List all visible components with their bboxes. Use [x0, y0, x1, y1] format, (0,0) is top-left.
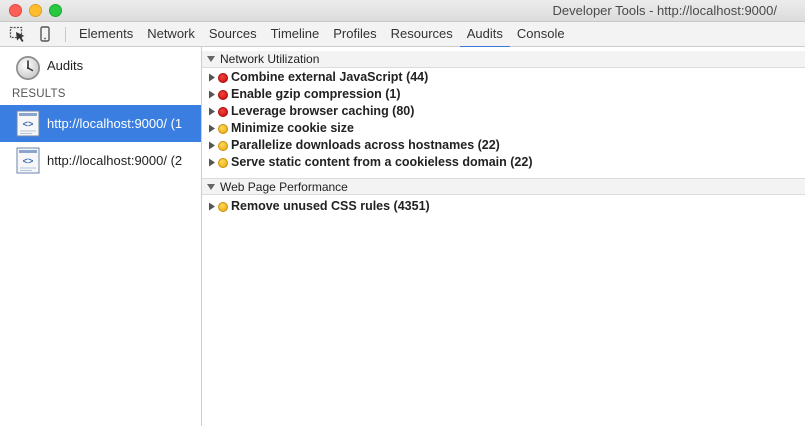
audit-rule-label: Minimize cookie size [231, 121, 354, 135]
close-window-button[interactable] [9, 4, 22, 17]
device-mode-icon[interactable] [36, 26, 54, 43]
audits-launcher-item[interactable]: Audits [0, 47, 201, 85]
audit-result-icon: <> [16, 110, 40, 137]
audit-rule[interactable]: Combine external JavaScript (44) [202, 69, 805, 86]
inspect-element-icon[interactable] [9, 26, 27, 43]
window-title: Developer Tools - http://localhost:9000/ [552, 3, 777, 18]
minimize-window-button[interactable] [29, 4, 42, 17]
disclosure-triangle-expanded-icon[interactable] [206, 182, 216, 192]
disclosure-triangle-collapsed-icon[interactable] [208, 107, 216, 116]
category-header-network-utilization[interactable]: Network Utilization [202, 51, 805, 68]
audits-sidebar: Audits RESULTS <> http://localhost:9000/… [0, 47, 202, 426]
svg-text:<>: <> [23, 120, 34, 130]
audit-rule-label: Leverage browser caching (80) [231, 104, 415, 118]
zoom-window-button[interactable] [49, 4, 62, 17]
audit-rule[interactable]: Enable gzip compression (1) [202, 86, 805, 103]
panel-tabs: Elements Network Sources Timeline Profil… [72, 22, 572, 48]
severe-status-icon [218, 90, 228, 100]
warning-status-icon [218, 141, 228, 151]
audit-rule[interactable]: Serve static content from a cookieless d… [202, 154, 805, 171]
tab-elements[interactable]: Elements [72, 22, 140, 47]
tab-audits[interactable]: Audits [459, 22, 511, 48]
audit-rule[interactable]: Leverage browser caching (80) [202, 103, 805, 120]
severe-status-icon [218, 73, 228, 83]
category-header-web-page-performance[interactable]: Web Page Performance [202, 178, 805, 195]
audit-result-icon: <> [16, 147, 40, 174]
warning-status-icon [218, 124, 228, 134]
devtools-toolbar: Elements Network Sources Timeline Profil… [0, 22, 805, 48]
disclosure-triangle-expanded-icon[interactable] [206, 54, 216, 64]
audit-result-item[interactable]: <> http://localhost:9000/ (1 [0, 105, 201, 142]
svg-text:<>: <> [23, 157, 34, 167]
audit-rule-label: Enable gzip compression (1) [231, 87, 401, 101]
disclosure-triangle-collapsed-icon[interactable] [208, 158, 216, 167]
tab-console[interactable]: Console [510, 22, 572, 47]
warning-status-icon [218, 202, 228, 212]
results-section-label: RESULTS [12, 88, 66, 100]
severe-status-icon [218, 107, 228, 117]
audit-rule[interactable]: Parallelize downloads across hostnames (… [202, 137, 805, 154]
audit-rule-label: Parallelize downloads across hostnames (… [231, 138, 500, 152]
audit-rule[interactable]: Remove unused CSS rules (4351) [202, 198, 805, 215]
category-title: Web Page Performance [220, 180, 348, 194]
tab-timeline[interactable]: Timeline [264, 22, 327, 47]
audit-rule-label: Combine external JavaScript (44) [231, 70, 429, 84]
disclosure-triangle-collapsed-icon[interactable] [208, 90, 216, 99]
toolbar-divider [65, 27, 66, 42]
disclosure-triangle-collapsed-icon[interactable] [208, 202, 216, 211]
audit-rule-label: Serve static content from a cookieless d… [231, 155, 533, 169]
tab-resources[interactable]: Resources [384, 22, 460, 47]
audits-label: Audits [47, 58, 84, 73]
disclosure-triangle-collapsed-icon[interactable] [208, 124, 216, 133]
disclosure-triangle-collapsed-icon[interactable] [208, 73, 216, 82]
disclosure-triangle-collapsed-icon[interactable] [208, 141, 216, 150]
clock-icon [16, 56, 40, 80]
tab-network[interactable]: Network [140, 22, 202, 47]
audit-result-item[interactable]: <> http://localhost:9000/ (2 [0, 142, 201, 179]
tab-sources[interactable]: Sources [202, 22, 264, 47]
audit-result-label: http://localhost:9000/ (1 [47, 116, 183, 131]
audit-result-label: http://localhost:9000/ (2 [47, 153, 183, 168]
warning-status-icon [218, 158, 228, 168]
tab-profiles[interactable]: Profiles [326, 22, 383, 47]
audit-rule-label: Remove unused CSS rules (4351) [231, 199, 430, 213]
audit-rule[interactable]: Minimize cookie size [202, 120, 805, 137]
audit-results-panel: Network Utilization Combine external Jav… [202, 47, 805, 426]
category-title: Network Utilization [220, 52, 320, 66]
title-bar: Developer Tools - http://localhost:9000/ [0, 0, 805, 22]
